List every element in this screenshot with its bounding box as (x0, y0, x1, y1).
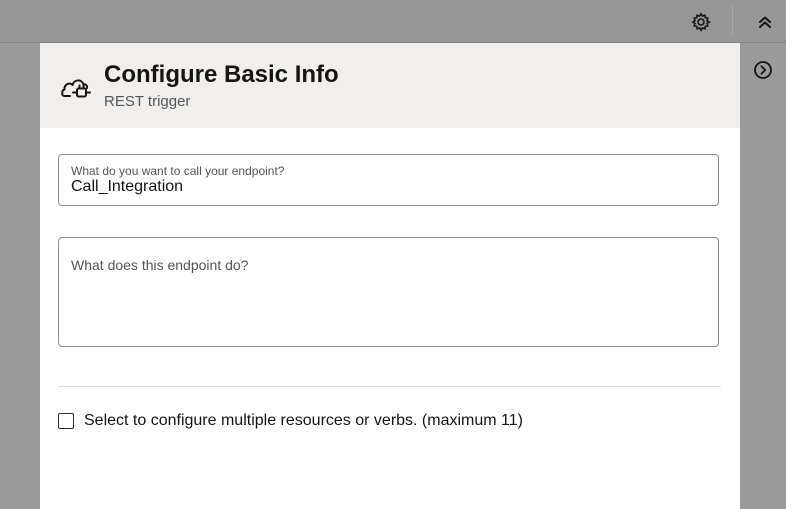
double-chevron-up-icon (759, 16, 771, 28)
endpoint-description-placeholder: What does this endpoint do? (71, 257, 249, 273)
endpoint-name-field[interactable]: What do you want to call your endpoint? … (58, 154, 719, 206)
panel-title: Configure Basic Info (104, 61, 339, 88)
configure-panel: Configure Basic Info REST trigger What d… (40, 43, 740, 509)
backdrop-overlay (0, 43, 40, 509)
cloud-plug-icon (61, 79, 91, 98)
collapse-button[interactable] (754, 11, 776, 33)
endpoint-name-input[interactable]: Call_Integration (71, 178, 183, 196)
multiple-resources-option[interactable]: Select to configure multiple resources o… (58, 410, 523, 432)
settings-button[interactable] (690, 11, 712, 33)
panel-header: Configure Basic Info REST trigger (40, 43, 740, 128)
multiple-resources-label: Select to configure multiple resources o… (84, 412, 523, 429)
toolbar-divider (732, 6, 733, 36)
gear-icon (691, 12, 711, 32)
panel-subtitle: REST trigger (104, 93, 191, 110)
circle-chevron-right-icon (754, 61, 772, 79)
expand-panel-button[interactable] (753, 60, 773, 80)
rest-trigger-icon (60, 73, 94, 103)
endpoint-description-field[interactable]: What does this endpoint do? (58, 237, 719, 347)
section-divider (58, 386, 721, 387)
right-rail (740, 43, 786, 509)
top-toolbar (0, 0, 786, 43)
endpoint-name-label: What do you want to call your endpoint? (71, 164, 285, 178)
multiple-resources-checkbox[interactable] (58, 413, 74, 429)
